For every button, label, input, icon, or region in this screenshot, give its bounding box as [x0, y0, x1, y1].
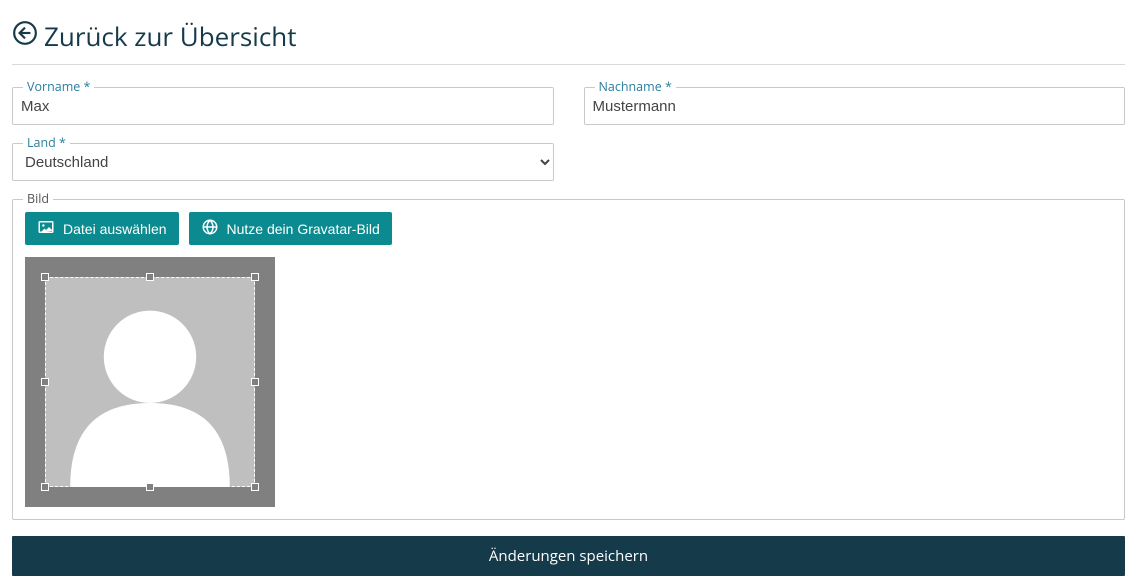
crop-handle-bottom-left[interactable]: [41, 483, 49, 491]
use-gravatar-button[interactable]: Nutze dein Gravatar-Bild: [189, 212, 392, 245]
globe-icon: [201, 218, 219, 239]
country-label: Land *: [23, 134, 70, 151]
lastname-field-wrapper: Nachname *: [584, 87, 1126, 125]
arrow-left-circle-icon: [12, 18, 38, 54]
crop-handle-top-mid[interactable]: [146, 273, 154, 281]
save-button[interactable]: Änderungen speichern: [12, 536, 1125, 576]
lastname-label: Nachname *: [595, 78, 676, 95]
firstname-label: Vorname *: [23, 78, 94, 95]
image-group: Bild Datei auswählen Nutze dein Gravatar…: [12, 199, 1125, 520]
country-field-wrapper: Land * Deutschland: [12, 143, 554, 181]
choose-file-label: Datei auswählen: [63, 221, 167, 237]
choose-file-button[interactable]: Datei auswählen: [25, 212, 179, 245]
use-gravatar-label: Nutze dein Gravatar-Bild: [227, 221, 380, 237]
image-group-label: Bild: [23, 190, 53, 207]
avatar-placeholder: [45, 277, 255, 487]
avatar-cropper[interactable]: [25, 257, 275, 507]
person-silhouette-icon: [45, 277, 255, 487]
crop-handle-bottom-mid[interactable]: [146, 483, 154, 491]
country-select[interactable]: Deutschland: [13, 144, 553, 180]
save-button-label: Änderungen speichern: [489, 546, 648, 566]
crop-handle-bottom-right[interactable]: [251, 483, 259, 491]
firstname-field-wrapper: Vorname *: [12, 87, 554, 125]
image-icon: [37, 218, 55, 239]
crop-handle-top-right[interactable]: [251, 273, 259, 281]
crop-handle-mid-right[interactable]: [251, 378, 259, 386]
crop-handle-mid-left[interactable]: [41, 378, 49, 386]
page-title: Zurück zur Übersicht: [44, 18, 296, 54]
crop-handle-top-left[interactable]: [41, 273, 49, 281]
back-to-overview-link[interactable]: Zurück zur Übersicht: [12, 18, 1125, 54]
divider: [12, 64, 1125, 65]
